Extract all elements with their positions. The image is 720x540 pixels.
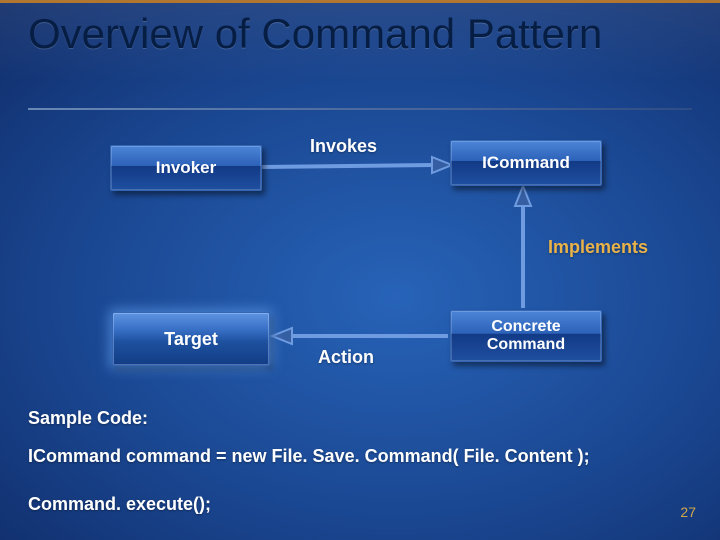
slide-title: Overview of Command Pattern [28, 12, 692, 56]
slide-number: 27 [680, 504, 696, 520]
node-concrete-command: Concrete Command [450, 310, 602, 362]
sample-code-heading: Sample Code: [28, 408, 148, 429]
sample-code-line: ICommand command = new File. Save. Comma… [28, 446, 590, 467]
edge-label-action: Action [318, 347, 374, 368]
sample-code-execute: Command. execute(); [28, 494, 211, 515]
node-icommand: ICommand [450, 140, 602, 186]
edge-label-invokes: Invokes [310, 136, 377, 157]
node-icommand-label: ICommand [482, 153, 570, 173]
title-separator [28, 108, 692, 110]
node-target-label: Target [164, 329, 218, 350]
node-invoker-label: Invoker [156, 158, 216, 178]
node-invoker: Invoker [110, 145, 262, 191]
node-target: Target [112, 312, 270, 366]
node-concrete-label: Concrete Command [451, 318, 601, 353]
edge-label-implements: Implements [548, 237, 648, 258]
